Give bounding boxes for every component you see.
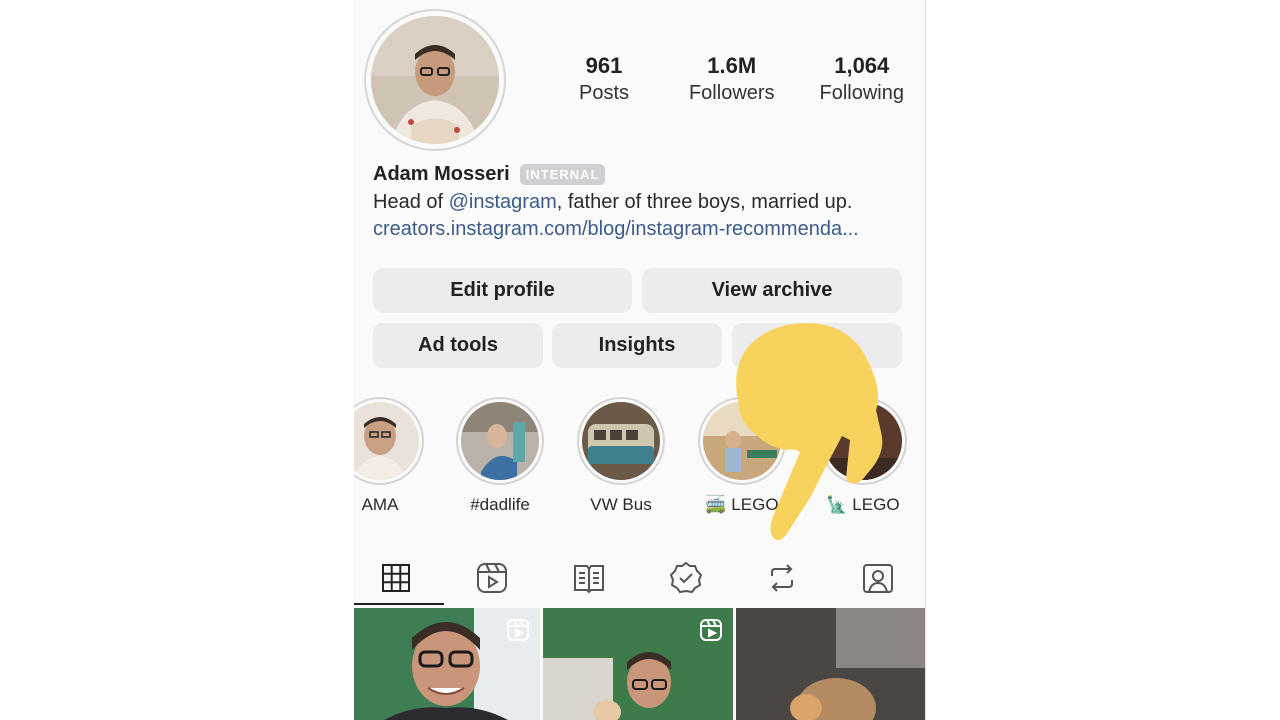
- tab-tagged[interactable]: [848, 550, 908, 606]
- profile-bio: Head of @instagram, father of three boys…: [373, 191, 852, 214]
- highlight-lego-bus[interactable]: 🚎 LEGO: [696, 397, 788, 515]
- posts-count: 961: [585, 53, 623, 78]
- highlight-vw-bus[interactable]: VW Bus: [575, 397, 667, 515]
- profile-website-link[interactable]: creators.instagram.com/blog/instagram-re…: [373, 218, 859, 241]
- internal-badge: INTERNAL: [519, 164, 606, 185]
- reels-icon: [477, 563, 507, 593]
- tagged-icon: [863, 564, 893, 593]
- highlight-label: 🗽 LEGO: [826, 495, 900, 514]
- more-button[interactable]: [732, 323, 902, 368]
- edit-profile-button[interactable]: Edit profile: [373, 268, 632, 313]
- avatar-photo: [371, 16, 499, 144]
- tab-subscriptions[interactable]: [656, 550, 716, 606]
- guides-icon: [574, 565, 604, 594]
- reposts-icon: [771, 564, 793, 592]
- highlight-ring: [354, 397, 424, 485]
- badge-check-icon: [669, 561, 703, 594]
- posts-stat[interactable]: 961 Posts: [564, 52, 644, 106]
- highlight-ring: [456, 397, 544, 485]
- highlight-ring: [819, 397, 907, 485]
- following-count: 1,064: [834, 53, 890, 78]
- highlight-dadlife[interactable]: #dadlife: [454, 397, 546, 515]
- tab-grid[interactable]: [366, 550, 426, 606]
- highlight-ama[interactable]: AMA: [354, 397, 426, 515]
- grid-icon: [382, 564, 410, 592]
- post-thumbnail[interactable]: [543, 608, 733, 720]
- view-archive-button[interactable]: View archive: [642, 268, 902, 313]
- tab-reposts[interactable]: [752, 550, 812, 606]
- followers-stat[interactable]: 1.6M Followers: [689, 52, 775, 106]
- highlight-ring: [577, 397, 665, 485]
- posts-label: Posts: [578, 82, 630, 104]
- highlight-ring: [698, 397, 786, 485]
- post-thumbnail[interactable]: [354, 608, 540, 720]
- highlight-label: AMA: [361, 495, 399, 514]
- highlight-label: VW Bus: [590, 495, 652, 514]
- insights-button[interactable]: Insights: [552, 323, 722, 368]
- profile-stats: 961 Posts 1.6M Followers 1,064 Following: [564, 52, 904, 106]
- followers-count: 1.6M: [707, 53, 757, 78]
- bio-mention-link[interactable]: @instagram: [449, 191, 557, 213]
- posts-grid: [354, 608, 925, 720]
- ad-tools-button[interactable]: Ad tools: [373, 323, 543, 368]
- highlight-thumbnail: [703, 402, 781, 480]
- reel-badge-icon: [506, 618, 530, 647]
- highlight-thumbnail: [461, 402, 539, 480]
- bio-suffix: , father of three boys, married up.: [556, 191, 853, 213]
- tab-reels[interactable]: [462, 550, 522, 606]
- profile-tabs: [354, 550, 925, 606]
- post-thumbnail[interactable]: [736, 608, 925, 720]
- tab-guides[interactable]: [559, 550, 619, 606]
- bio-prefix: Head of: [373, 191, 449, 213]
- name-row: Adam Mosseri INTERNAL: [373, 163, 606, 186]
- highlight-thumbnail: [354, 402, 419, 480]
- followers-label: Followers: [688, 82, 775, 104]
- highlight-thumbnail: [824, 402, 902, 480]
- active-tab-indicator: [354, 603, 444, 605]
- highlight-label: 🚎 LEGO: [705, 495, 779, 514]
- following-label: Following: [819, 82, 904, 104]
- following-stat[interactable]: 1,064 Following: [820, 52, 904, 106]
- highlight-label: #dadlife: [470, 495, 530, 514]
- profile-avatar[interactable]: [364, 9, 506, 151]
- reel-badge-icon: [699, 618, 723, 647]
- highlight-thumbnail: [582, 402, 660, 480]
- profile-screen: 961 Posts 1.6M Followers 1,064 Following…: [354, 0, 926, 720]
- highlight-lego-statue[interactable]: 🗽 LEGO: [817, 397, 909, 515]
- profile-name: Adam Mosseri: [373, 163, 510, 185]
